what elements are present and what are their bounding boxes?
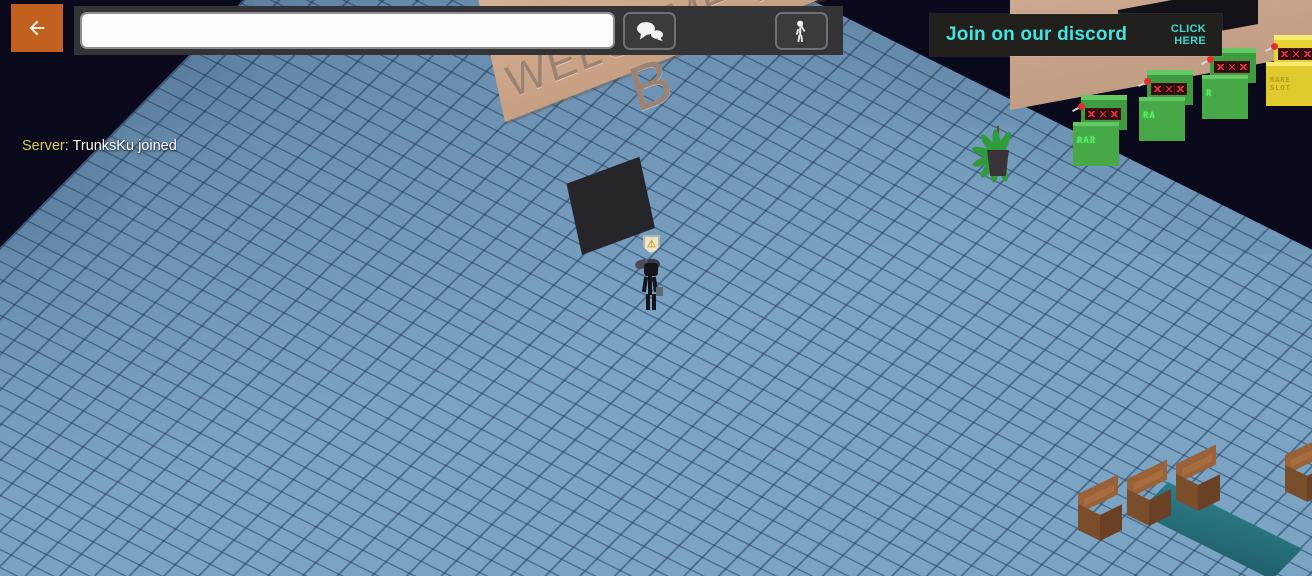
potted-plant[interactable] — [970, 108, 1035, 184]
chat-bubbles-icon — [636, 21, 663, 41]
slot-reel — [1238, 62, 1250, 72]
shield-badge-symbol: ⚠ — [647, 238, 656, 250]
slot-reel — [1175, 84, 1187, 94]
slot-reels — [1278, 48, 1312, 60]
slot-label: RA — [1143, 111, 1156, 121]
slot-body — [1139, 101, 1185, 141]
top-toolbar — [0, 0, 843, 56]
discord-banner[interactable]: Join on our discord CLICK HERE — [930, 14, 1222, 56]
discord-banner-text: Join on our discord — [946, 24, 1128, 45]
slot-reels — [1151, 83, 1187, 95]
slot-reel — [1097, 109, 1109, 119]
slot-reel — [1163, 84, 1175, 94]
slot-body — [1202, 79, 1248, 119]
slot-reel — [1302, 49, 1312, 59]
game-viewport: WELCOME TO SECTOR B — [0, 0, 1312, 576]
slot-label: RARE SLOT — [1270, 76, 1291, 92]
slot-reels — [1085, 108, 1121, 120]
stick-figure-wave-icon — [795, 20, 805, 42]
slot-reel — [1109, 109, 1121, 119]
chat-log: Server: TrunksKu joined — [0, 128, 430, 166]
slot-reel — [1086, 109, 1097, 119]
slot-lever-knob[interactable] — [1144, 78, 1151, 85]
avatar-held-item — [656, 287, 663, 296]
slot-reel — [1226, 62, 1238, 72]
chat-log-entry: Server: TrunksKu joined — [22, 136, 408, 158]
slot-body — [1073, 126, 1119, 166]
slot-reel — [1279, 49, 1290, 59]
slot-reel — [1290, 49, 1302, 59]
slot-lever-knob[interactable] — [1078, 103, 1085, 110]
back-button[interactable] — [11, 4, 63, 52]
game-world[interactable]: WELCOME TO SECTOR B — [0, 0, 1312, 576]
slot-lever-knob[interactable] — [1207, 56, 1214, 63]
discord-cta-line1: CLICK — [1170, 22, 1206, 35]
chat-entry-prefix: Server: — [22, 138, 69, 154]
slot-label: RAR — [1077, 136, 1097, 146]
emote-button[interactable] — [775, 11, 828, 50]
discord-cta-line2: HERE — [1174, 35, 1206, 47]
chat-input[interactable] — [80, 12, 615, 49]
avatar-leg-right — [652, 294, 656, 310]
slot-label: R — [1206, 89, 1213, 99]
discord-banner-cta[interactable]: CLICK HERE — [1171, 23, 1206, 48]
chat-entry-message: TrunksKu joined — [72, 138, 177, 154]
toolbar-strip — [74, 6, 843, 55]
slot-reel — [1152, 84, 1163, 94]
slot-reel — [1215, 62, 1226, 72]
arrow-left-icon — [29, 20, 45, 36]
shield-badge-icon: ⚠ — [643, 235, 660, 254]
chat-button[interactable] — [623, 11, 676, 50]
avatar-leg-left — [646, 294, 650, 310]
slot-reels — [1214, 61, 1250, 73]
slot-lever-knob[interactable] — [1271, 43, 1278, 50]
player-avatar[interactable]: ⚠ — [634, 235, 668, 311]
